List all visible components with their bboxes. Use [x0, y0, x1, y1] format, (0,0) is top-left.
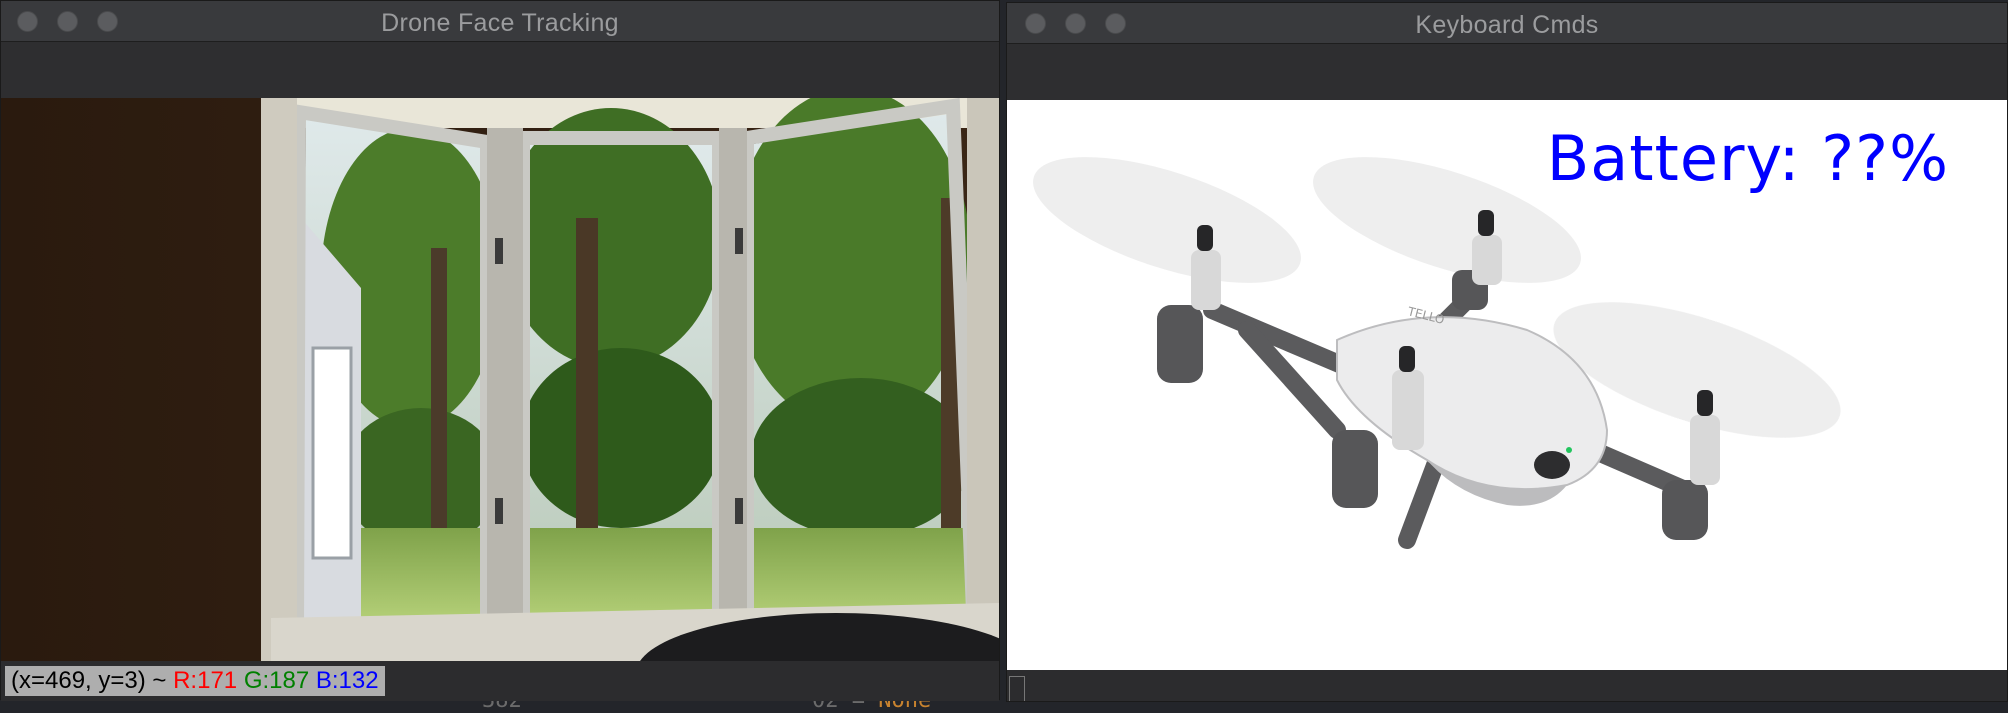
blue-channel-value: B:132: [315, 667, 379, 694]
window-title: Keyboard Cmds: [1415, 11, 1599, 39]
keyboard-cmds-statusbar: [1007, 670, 2007, 701]
face-tracking-toolbar: [1, 42, 999, 98]
camera-frame-image: [1, 98, 999, 661]
camera-feed[interactable]: [1, 98, 999, 661]
keyboard-cmds-titlebar[interactable]: Keyboard Cmds: [1007, 3, 2007, 44]
drone-image-panel[interactable]: TELLO Battery: ??%: [1007, 100, 2007, 670]
red-channel-value: R:171: [173, 667, 238, 694]
statusbar-segment: [1009, 676, 1025, 701]
battery-indicator: Battery: ??%: [1546, 122, 1949, 195]
face-tracking-statusbar: (x=469, y=3) ~ R:171 G:187 B:132: [1, 661, 999, 701]
keyboard-cmds-toolbar: [1007, 44, 2007, 100]
window-title: Drone Face Tracking: [381, 9, 619, 37]
cursor-coordinates: (x=469, y=3) ~: [11, 667, 174, 694]
green-channel-value: G:187: [243, 667, 310, 694]
face-tracking-window[interactable]: Drone Face Tracking (x=469, y=3) ~ R:171…: [0, 0, 1000, 701]
keyboard-cmds-window[interactable]: Keyboard Cmds TELLO Battery: ??%: [1006, 2, 2008, 702]
pixel-info-readout: (x=469, y=3) ~ R:171 G:187 B:132: [5, 666, 385, 696]
face-tracking-titlebar[interactable]: Drone Face Tracking: [1, 1, 999, 42]
